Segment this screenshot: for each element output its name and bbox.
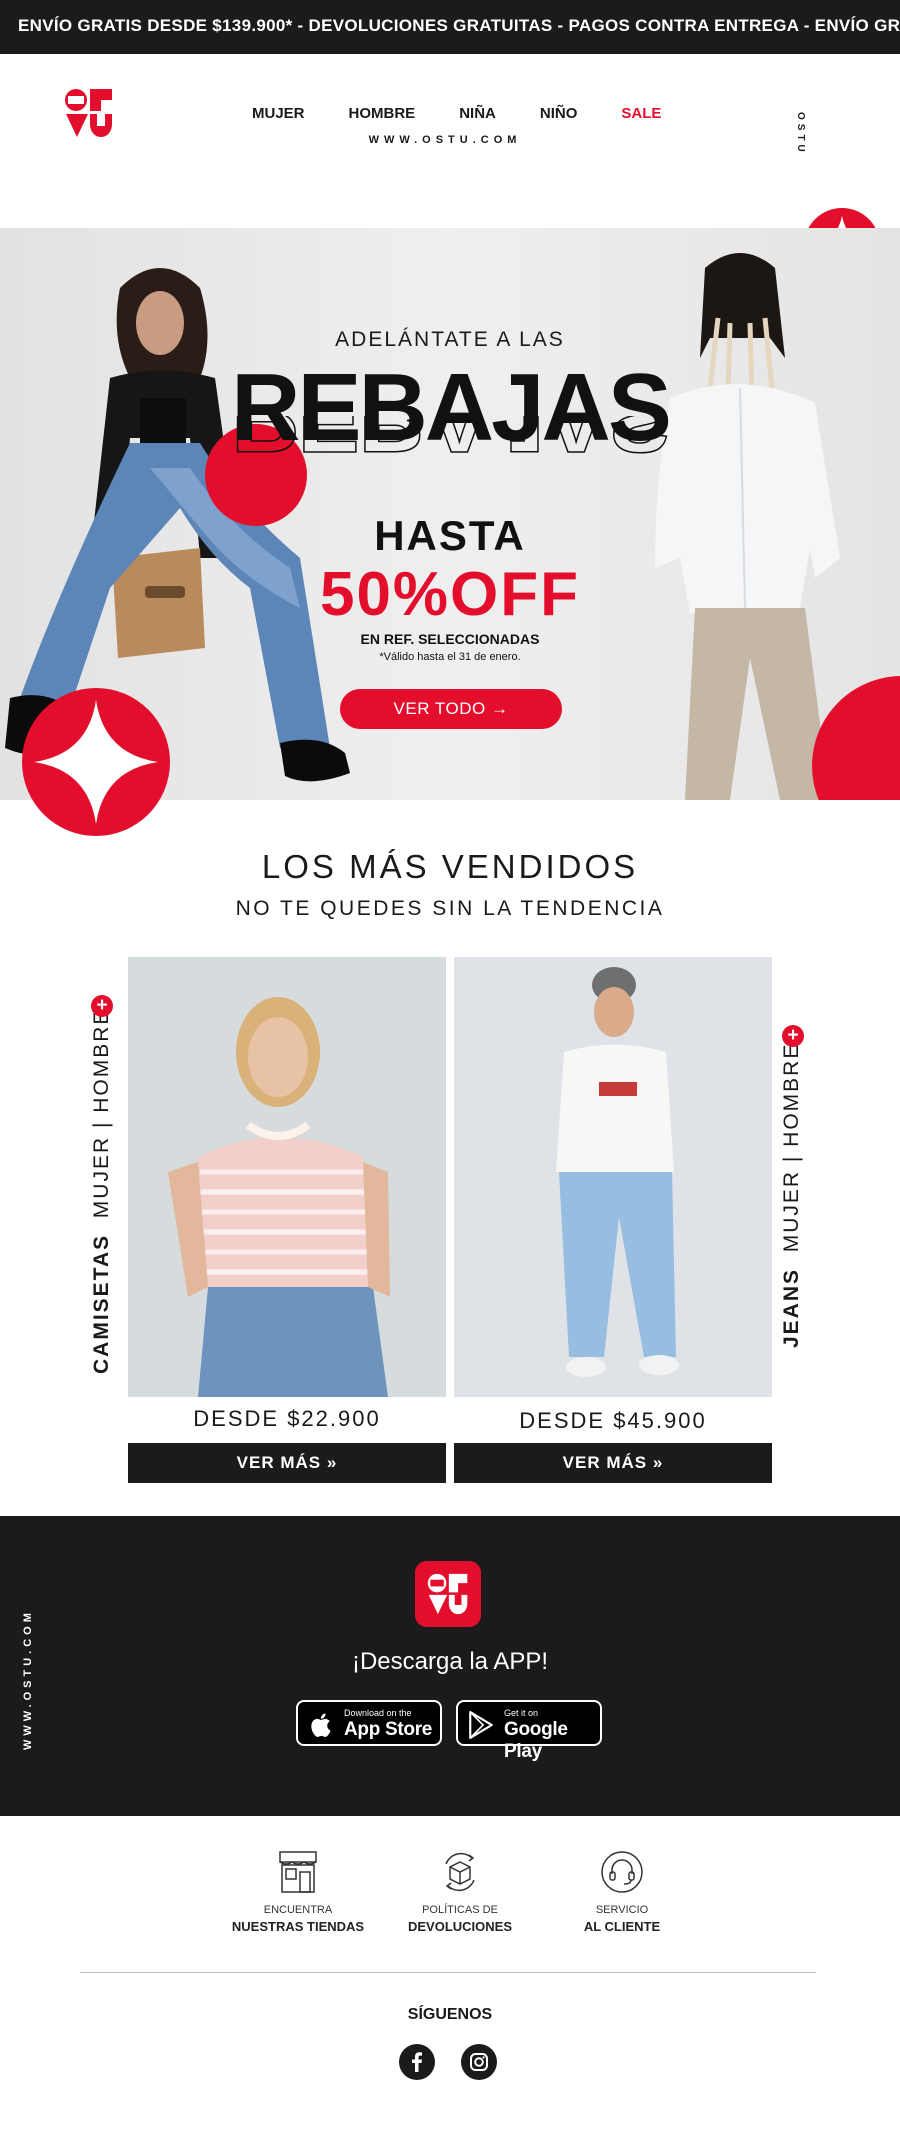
instagram-button[interactable] (461, 2044, 497, 2080)
product-image-camisetas[interactable] (128, 957, 446, 1397)
hero-discount: 50%OFF (319, 560, 581, 629)
service-stores[interactable]: ENCUENTRA NUESTRAS TIENDAS (218, 1850, 378, 1934)
facebook-button[interactable] (399, 2044, 435, 2080)
headset-icon (601, 1851, 643, 1893)
bestsellers-subtitle: NO TE QUEDES SIN LA TENDENCIA (235, 897, 665, 920)
service-returns[interactable]: POLÍTICAS DE DEVOLUCIONES (380, 1850, 540, 1934)
vertical-brand: OSTU (795, 86, 840, 156)
instagram-icon (470, 2053, 488, 2071)
app-title: ¡Descarga la APP! (351, 1648, 549, 1675)
nav-nina[interactable]: NIÑA (437, 105, 518, 122)
vertical-website-url: WWW.OSTU.COM (22, 1609, 34, 1750)
website-url[interactable]: WWW.OSTU.COM (300, 134, 590, 146)
product-price: DESDE $45.900 (519, 1408, 707, 1433)
hero-title-reflection: REBAJAS (230, 416, 670, 466)
plus-icon[interactable]: + (782, 1025, 804, 1047)
ostu-logo-icon[interactable] (64, 88, 114, 138)
ver-mas-button[interactable]: VER MÁS » (128, 1443, 446, 1483)
announcement-text: ENVÍO GRATIS DESDE $139.900* - DEVOLUCIO… (18, 16, 900, 35)
bestsellers-title: LOS MÁS VENDIDOS (261, 848, 639, 885)
app-store-button[interactable]: Download on the App Store (296, 1700, 442, 1746)
store-icon (279, 1851, 317, 1893)
return-box-icon (445, 1852, 475, 1892)
vertical-brand-text: OSTU (795, 112, 806, 156)
ver-todo-button[interactable]: VER TODO → (340, 689, 562, 729)
follow-us-title: SÍGUENOS (407, 2006, 493, 2023)
ver-mas-button[interactable]: VER MÁS » (454, 1443, 772, 1483)
product-price: DESDE $22.900 (193, 1406, 381, 1431)
hero-note: EN REF. SELECCIONADAS (360, 631, 540, 647)
announcement-bar: ENVÍO GRATIS DESDE $139.900* - DEVOLUCIO… (0, 0, 900, 54)
star-badge-icon (22, 688, 170, 836)
hero-pretitle: ADELÁNTATE A LAS (335, 328, 565, 351)
plus-icon[interactable]: + (91, 995, 113, 1017)
nav-hombre[interactable]: HOMBRE (327, 105, 438, 122)
google-play-icon (469, 1711, 493, 1739)
google-play-button[interactable]: Get it on Google Play (456, 1700, 602, 1762)
hero-validity: *Válido hasta el 31 de enero. (379, 651, 521, 663)
apple-icon (311, 1713, 331, 1737)
side-label-camisetas: CAMISETAS MUJER | HOMBRE (90, 1008, 113, 1374)
product-image-jeans[interactable] (454, 957, 772, 1397)
ostu-app-icon[interactable] (415, 1561, 481, 1627)
service-customer[interactable]: SERVICIO AL CLIENTE (542, 1850, 702, 1934)
main-nav: MUJER HOMBRE NIÑA NIÑO SALE (230, 100, 661, 126)
side-label-jeans: JEANS MUJER | HOMBRE (780, 1042, 803, 1348)
app-download-section: ¡Descarga la APP! Download on the App St… (0, 1516, 900, 1816)
facebook-icon (412, 2052, 422, 2072)
footer-divider (80, 1972, 816, 1973)
hero-upto: HASTA (374, 512, 526, 559)
nav-mujer[interactable]: MUJER (230, 105, 327, 122)
nav-sale[interactable]: SALE (599, 105, 683, 122)
nav-nino[interactable]: NIÑO (518, 105, 600, 122)
